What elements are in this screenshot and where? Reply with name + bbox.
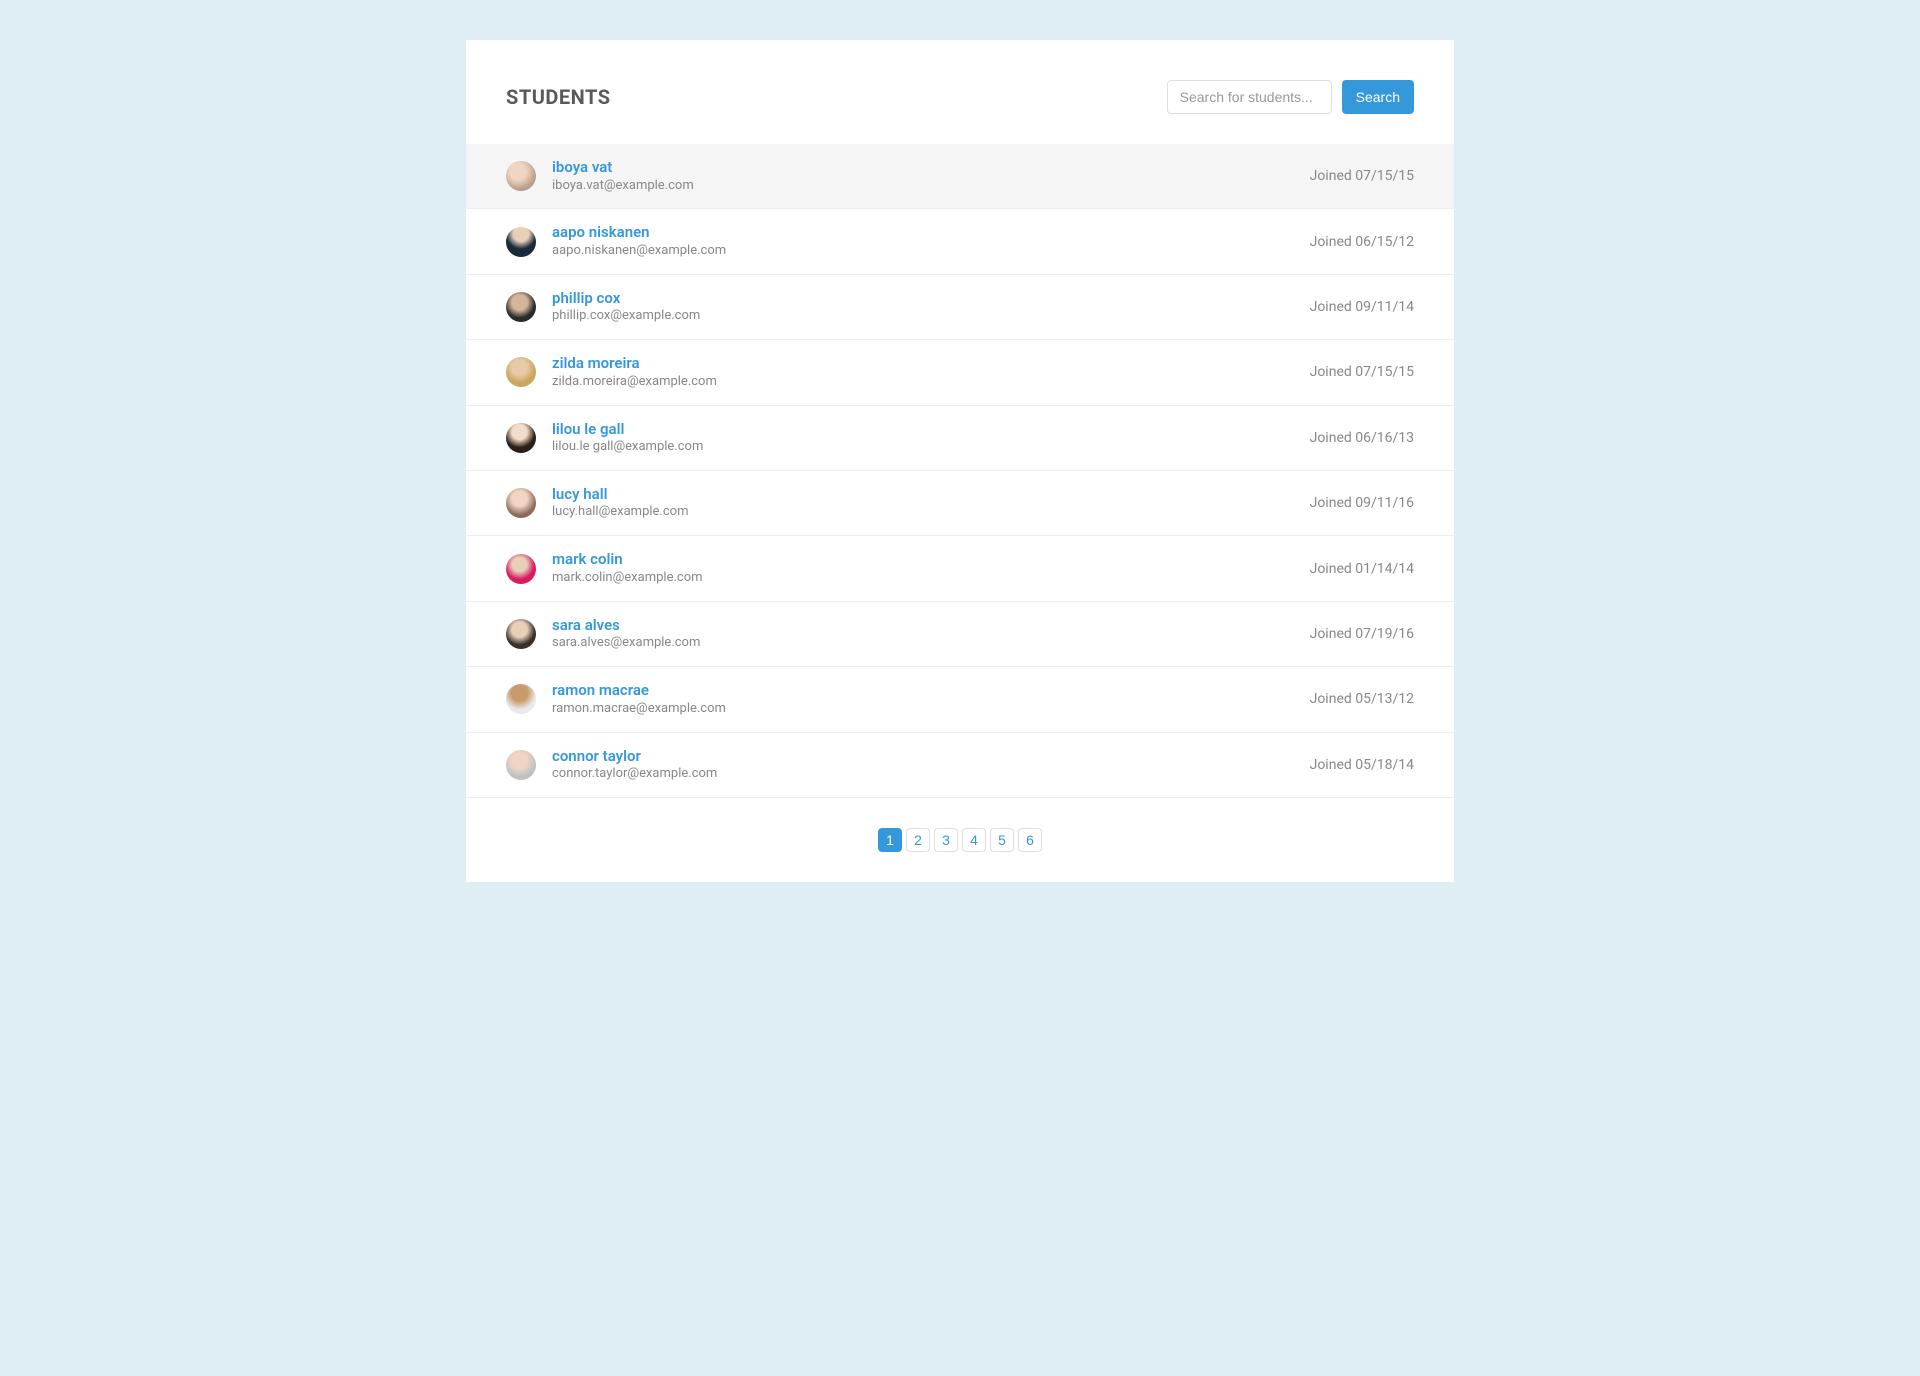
student-name[interactable]: zilda moreira xyxy=(552,354,1310,374)
student-info: aapo niskanenaapo.niskanen@example.com xyxy=(552,223,1310,259)
joined-date: Joined 05/18/14 xyxy=(1310,757,1414,773)
student-info: lilou le galllilou.le gall@example.com xyxy=(552,420,1310,456)
student-email: iboya.vat@example.com xyxy=(552,178,1310,195)
student-name[interactable]: lucy hall xyxy=(552,485,1310,505)
search-button[interactable]: Search xyxy=(1342,80,1414,114)
page-button-5[interactable]: 5 xyxy=(990,828,1014,852)
avatar xyxy=(506,488,536,518)
student-email: connor.taylor@example.com xyxy=(552,766,1310,783)
joined-date: Joined 09/11/14 xyxy=(1310,299,1414,315)
student-name[interactable]: aapo niskanen xyxy=(552,223,1310,243)
joined-date: Joined 07/15/15 xyxy=(1310,168,1414,184)
joined-date: Joined 05/13/12 xyxy=(1310,691,1414,707)
student-name[interactable]: connor taylor xyxy=(552,747,1310,767)
student-row[interactable]: iboya vatiboya.vat@example.comJoined 07/… xyxy=(466,144,1454,209)
avatar xyxy=(506,619,536,649)
student-row[interactable]: lilou le galllilou.le gall@example.comJo… xyxy=(466,406,1454,471)
page-button-1[interactable]: 1 xyxy=(878,828,902,852)
student-email: phillip.cox@example.com xyxy=(552,308,1310,325)
student-name[interactable]: mark colin xyxy=(552,550,1310,570)
page-title: STUDENTS xyxy=(506,85,611,109)
student-row[interactable]: mark colinmark.colin@example.comJoined 0… xyxy=(466,536,1454,601)
page-button-2[interactable]: 2 xyxy=(906,828,930,852)
avatar xyxy=(506,554,536,584)
student-info: sara alvessara.alves@example.com xyxy=(552,616,1310,652)
page-button-3[interactable]: 3 xyxy=(934,828,958,852)
student-info: lucy halllucy.hall@example.com xyxy=(552,485,1310,521)
student-row[interactable]: ramon macraeramon.macrae@example.comJoin… xyxy=(466,667,1454,732)
page-button-4[interactable]: 4 xyxy=(962,828,986,852)
joined-date: Joined 06/15/12 xyxy=(1310,234,1414,250)
student-name[interactable]: phillip cox xyxy=(552,289,1310,309)
joined-date: Joined 07/19/16 xyxy=(1310,626,1414,642)
student-info: mark colinmark.colin@example.com xyxy=(552,550,1310,586)
student-email: mark.colin@example.com xyxy=(552,570,1310,587)
student-row[interactable]: zilda moreirazilda.moreira@example.comJo… xyxy=(466,340,1454,405)
avatar xyxy=(506,684,536,714)
students-panel: STUDENTS Search iboya vatiboya.vat@examp… xyxy=(466,40,1454,882)
student-email: aapo.niskanen@example.com xyxy=(552,243,1310,260)
avatar xyxy=(506,161,536,191)
joined-date: Joined 01/14/14 xyxy=(1310,561,1414,577)
student-email: ramon.macrae@example.com xyxy=(552,701,1310,718)
student-row[interactable]: aapo niskanenaapo.niskanen@example.comJo… xyxy=(466,209,1454,274)
student-row[interactable]: lucy halllucy.hall@example.comJoined 09/… xyxy=(466,471,1454,536)
student-row[interactable]: sara alvessara.alves@example.comJoined 0… xyxy=(466,602,1454,667)
search-area: Search xyxy=(1167,80,1414,114)
student-info: iboya vatiboya.vat@example.com xyxy=(552,158,1310,194)
student-email: sara.alves@example.com xyxy=(552,635,1310,652)
avatar xyxy=(506,750,536,780)
student-info: phillip coxphillip.cox@example.com xyxy=(552,289,1310,325)
student-info: ramon macraeramon.macrae@example.com xyxy=(552,681,1310,717)
student-name[interactable]: ramon macrae xyxy=(552,681,1310,701)
joined-date: Joined 09/11/16 xyxy=(1310,495,1414,511)
avatar xyxy=(506,357,536,387)
joined-date: Joined 07/15/15 xyxy=(1310,364,1414,380)
page-button-6[interactable]: 6 xyxy=(1018,828,1042,852)
avatar xyxy=(506,292,536,322)
student-name[interactable]: sara alves xyxy=(552,616,1310,636)
panel-header: STUDENTS Search xyxy=(466,80,1454,144)
student-name[interactable]: iboya vat xyxy=(552,158,1310,178)
student-email: lucy.hall@example.com xyxy=(552,504,1310,521)
student-name[interactable]: lilou le gall xyxy=(552,420,1310,440)
student-row[interactable]: phillip coxphillip.cox@example.comJoined… xyxy=(466,275,1454,340)
joined-date: Joined 06/16/13 xyxy=(1310,430,1414,446)
student-info: zilda moreirazilda.moreira@example.com xyxy=(552,354,1310,390)
student-row[interactable]: connor taylorconnor.taylor@example.comJo… xyxy=(466,733,1454,798)
avatar xyxy=(506,423,536,453)
student-list: iboya vatiboya.vat@example.comJoined 07/… xyxy=(466,144,1454,798)
student-email: zilda.moreira@example.com xyxy=(552,374,1310,391)
avatar xyxy=(506,227,536,257)
student-email: lilou.le gall@example.com xyxy=(552,439,1310,456)
student-info: connor taylorconnor.taylor@example.com xyxy=(552,747,1310,783)
pagination: 123456 xyxy=(466,798,1454,852)
search-input[interactable] xyxy=(1167,80,1332,114)
